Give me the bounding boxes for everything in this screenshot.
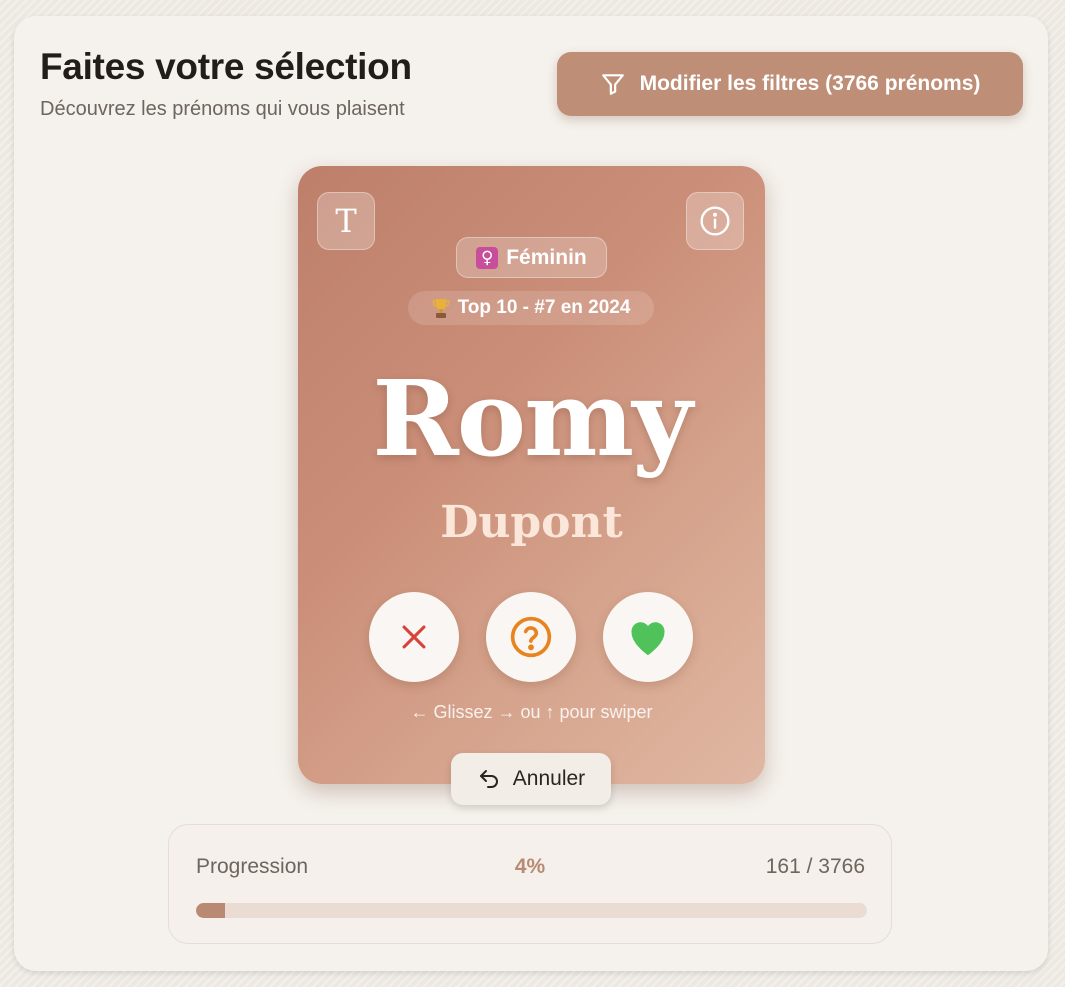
main-panel: Faites votre sélection Découvrez les pré… <box>14 16 1048 971</box>
page-subtitle: Découvrez les prénoms qui vous plaisent <box>40 98 405 120</box>
maybe-button[interactable] <box>486 592 576 682</box>
undo-button[interactable]: Annuler <box>451 753 611 805</box>
page-title: Faites votre sélection <box>40 46 412 87</box>
modify-filters-label: Modifier les filtres (3766 prénoms) <box>639 72 981 95</box>
info-icon <box>700 206 730 236</box>
progress-panel: Progression 4% 161 / 3766 <box>168 824 892 944</box>
female-sign-icon: ♀ <box>476 246 499 269</box>
reject-button[interactable] <box>369 592 459 682</box>
filter-icon <box>601 74 624 95</box>
first-name: Romy <box>372 357 692 480</box>
progress-bar-fill <box>196 903 225 918</box>
rank-badge: Top 10 - #7 en 2024 <box>408 291 654 325</box>
progress-bar <box>196 903 867 918</box>
font-style-button[interactable]: T <box>317 192 375 250</box>
swipe-hint: ← Glissez → ou ↑ pour swiper <box>410 702 653 722</box>
progress-count: 161 / 3766 <box>765 855 865 878</box>
trophy-icon <box>432 299 449 318</box>
modify-filters-button[interactable]: Modifier les filtres (3766 prénoms) <box>557 52 1023 116</box>
last-name: Dupont <box>440 497 623 548</box>
gender-label: Féminin <box>506 245 587 269</box>
rank-label: Top 10 - #7 en 2024 <box>457 297 631 318</box>
text-font-icon: T <box>335 202 357 240</box>
undo-arrow-icon <box>479 770 498 788</box>
gender-badge: ♀ Féminin <box>456 237 607 278</box>
name-card[interactable]: T ♀ Féminin Top 10 - #7 en 2024 Romy Dup… <box>298 166 765 784</box>
like-button[interactable] <box>603 592 693 682</box>
x-icon <box>402 625 426 649</box>
question-circle-icon <box>510 616 552 658</box>
heart-icon <box>631 622 665 656</box>
info-button[interactable] <box>686 192 744 250</box>
undo-label: Annuler <box>512 767 586 790</box>
